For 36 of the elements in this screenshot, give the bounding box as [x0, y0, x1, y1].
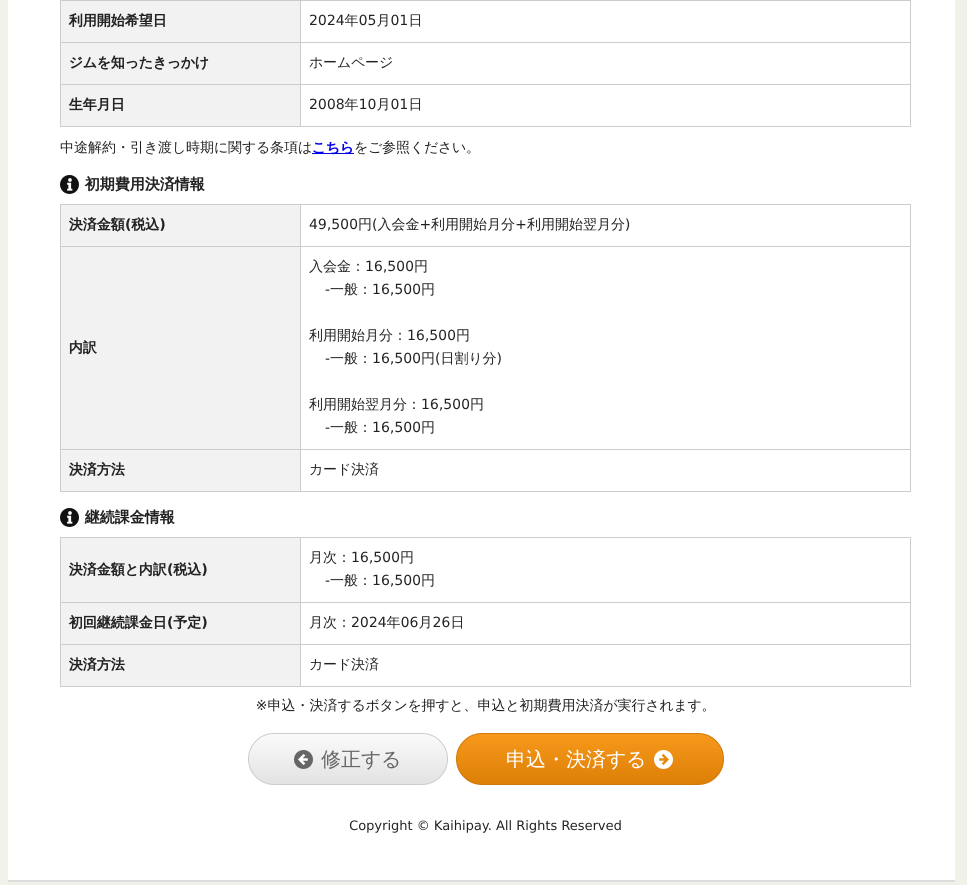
table-header-cell: 利用開始希望日: [60, 0, 300, 42]
cell-text: 利用開始月分：16,500円: [309, 327, 470, 346]
table-header-cell: 内訳: [60, 246, 300, 450]
cell-text: 利用開始翌月分：16,500円: [309, 396, 484, 415]
submit-note: ※申込・決済するボタンを押すと、申込と初期費用決済が実行されます。: [254, 697, 716, 715]
cell-text: カード決済: [309, 461, 379, 480]
terms-link[interactable]: こちら: [312, 140, 354, 156]
section-title: 継続課金情報: [85, 508, 175, 527]
cell-text: -一般：16,500円: [325, 419, 436, 438]
cell-text: 月次：16,500円: [309, 549, 414, 568]
cell-text: 2008年10月01日: [309, 96, 422, 115]
cell-text: 月次：2024年06月26日: [309, 614, 464, 633]
arrow-left-icon: [294, 750, 313, 768]
submit-button[interactable]: 申込・決済する: [456, 733, 724, 785]
cell-text: -一般：16,500円: [325, 572, 436, 591]
table-header-cell: 決済方法: [60, 450, 300, 492]
table-header-cell: 生年月日: [60, 84, 300, 126]
cell-text: -一般：16,500円: [325, 281, 436, 300]
cell-text: ホームページ: [309, 54, 393, 73]
section-title: 初期費用決済情報: [85, 175, 205, 194]
arrow-right-icon: [654, 750, 673, 768]
table-header-cell: 決済金額と内訳(税込): [60, 538, 300, 602]
table-header-cell: 決済金額(税込): [60, 204, 300, 246]
back-button[interactable]: 修正する: [248, 733, 448, 785]
info-icon: [60, 508, 79, 527]
table-header-cell: 決済方法: [60, 644, 300, 686]
cell-text: -一般：16,500円(日割り分): [325, 350, 502, 369]
cell-text: 入会金：16,500円: [309, 258, 428, 277]
table-header-cell: ジムを知ったきっかけ: [60, 42, 300, 84]
cell-text: 49,500円(入会金+利用開始月分+利用開始翌月分): [309, 216, 630, 235]
cell-text: 2024年05月01日: [309, 12, 422, 31]
table-header-cell: 初回継続課金日(予定): [60, 602, 300, 644]
info-icon: [60, 175, 79, 194]
notice-text: 中途解約・引き渡し時期に関する条項はこちら をご参照ください。: [60, 139, 481, 157]
cell-text: カード決済: [309, 656, 379, 675]
copyright-text: Copyright © Kaihipay. All Rights Reserved: [348, 819, 623, 834]
